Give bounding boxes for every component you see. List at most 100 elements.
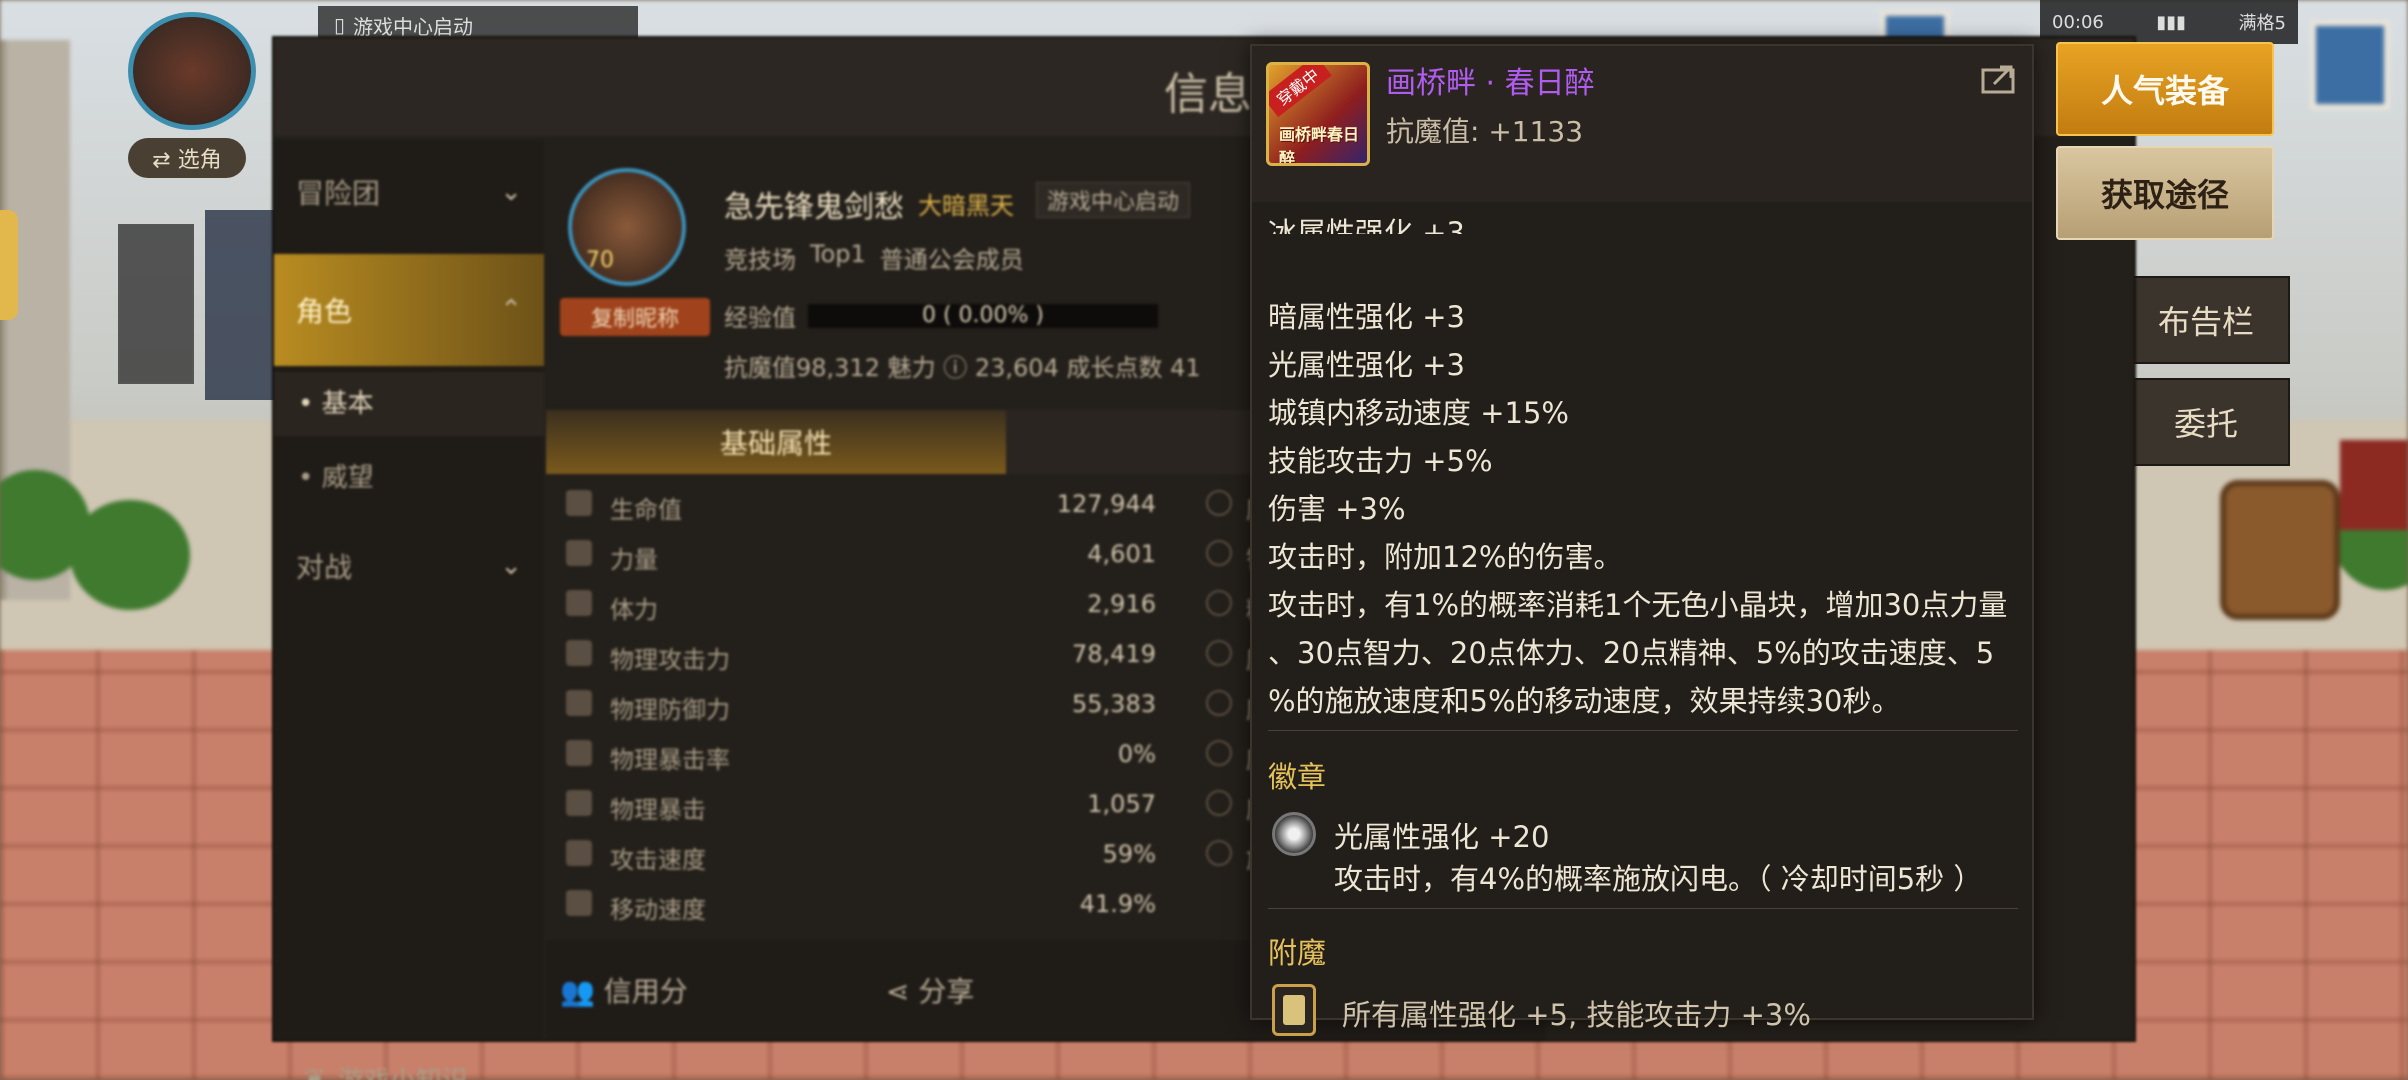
option-line: 、30点智力、20点体力、20点精神、5%的攻击速度、5 bbox=[1268, 636, 1995, 670]
stat-icon bbox=[1206, 590, 1232, 616]
scene-awning bbox=[2340, 440, 2408, 530]
rank-row: 竞技场 Top1 普通公会成员 bbox=[724, 240, 1024, 275]
popular-equipment-button[interactable]: 人气装备 bbox=[2056, 42, 2274, 136]
stat-icon bbox=[1206, 740, 1232, 766]
anti-magic-label: 抗魔值: bbox=[1386, 115, 1480, 148]
switch-character-button[interactable]: ⇄ 选角 bbox=[128, 138, 246, 178]
player-avatar[interactable] bbox=[128, 12, 256, 130]
item-icon-text: 画桥畔春日醉 bbox=[1279, 125, 1360, 166]
people-icon: 👥 bbox=[560, 975, 604, 1008]
stat-value: 78,419 bbox=[1072, 640, 1156, 668]
character-name: 急先锋鬼剑愁 bbox=[724, 190, 904, 225]
sidebar-item-character[interactable]: 角色 ⌃ bbox=[274, 254, 544, 366]
scene-window bbox=[2310, 20, 2390, 110]
stat-icon bbox=[566, 490, 592, 516]
tooltip-header: 穿戴中 画桥畔春日醉 画桥畔 · 春日醉 抗魔值: +1133 bbox=[1252, 46, 2032, 202]
stat-label: 力量 bbox=[610, 546, 658, 574]
stat-summary: 抗魔值98,312 魅力 ⓘ 23,604 成长点数 41 bbox=[724, 354, 1201, 382]
option-line: %的施放速度和5%的移动速度，效果持续30秒。 bbox=[1268, 684, 1901, 718]
stat-icon bbox=[1206, 640, 1232, 666]
tab-basic-attributes[interactable]: 基础属性 bbox=[546, 410, 1006, 474]
option-line: 城镇内移动速度 +15% bbox=[1268, 396, 1569, 430]
stat-value: 127,944 bbox=[1056, 490, 1156, 518]
option-line: 攻击时，有1%的概率消耗1个无色小晶块，增加30点力量 bbox=[1268, 588, 2008, 622]
rank-value: Top1 bbox=[810, 240, 866, 268]
enchant-card-icon bbox=[1272, 984, 1316, 1036]
sidebar-item-label: 角色 bbox=[296, 295, 353, 328]
stat-label: 物理暴击 bbox=[610, 796, 706, 824]
item-name: 画桥畔 · 春日醉 bbox=[1386, 66, 1595, 101]
game-tips-label: 游戏小知识 bbox=[338, 1060, 468, 1080]
exp-row: 经验值 0 ( 0.00% ) bbox=[724, 298, 1158, 333]
credit-score-label: 信用分 bbox=[603, 975, 688, 1008]
credit-score-button[interactable]: 👥 信用分 bbox=[560, 970, 688, 1010]
emblem-icon bbox=[1272, 812, 1316, 856]
stat-icon bbox=[566, 690, 592, 716]
chevron-up-icon: ⌃ bbox=[500, 295, 522, 325]
stat-icon bbox=[566, 540, 592, 566]
item-icon: 穿戴中 画桥畔春日醉 bbox=[1266, 62, 1370, 166]
option-line: 冰属性强化 +3 bbox=[1268, 216, 1465, 234]
sidebar-subitem-prestige[interactable]: • 威望 bbox=[274, 446, 544, 510]
scene-barrel bbox=[2220, 480, 2340, 620]
rank-prefix: 竞技场 bbox=[724, 246, 796, 274]
stat-value: 2,916 bbox=[1087, 590, 1156, 618]
stat-value: 55,383 bbox=[1072, 690, 1156, 718]
stat-icon bbox=[566, 790, 592, 816]
acquisition-path-button[interactable]: 获取途径 bbox=[2056, 146, 2274, 240]
commission-button[interactable]: 委托 bbox=[2122, 378, 2290, 466]
scene-bush bbox=[70, 500, 190, 610]
left-edge-tab[interactable] bbox=[0, 210, 18, 320]
quest-tracker[interactable] bbox=[118, 224, 194, 384]
clock: 00:06 bbox=[2052, 11, 2104, 33]
sidebar-item-battle[interactable]: 对战 ⌄ bbox=[274, 520, 544, 612]
bullet-icon: • bbox=[298, 463, 322, 493]
equipment-tooltip: 穿戴中 画桥畔春日醉 画桥畔 · 春日醉 抗魔值: +1133 冰属性强化 +3… bbox=[1250, 44, 2034, 1036]
stat-icon bbox=[566, 890, 592, 916]
option-line: 攻击时，附加12%的伤害。 bbox=[1268, 540, 1623, 574]
stat-icon bbox=[1206, 840, 1232, 866]
stat-label: 移动速度 bbox=[610, 896, 706, 924]
game-center-tag-label: 游戏中心启动 bbox=[1047, 190, 1180, 215]
sidebar-subitem-basic[interactable]: • 基本 bbox=[274, 372, 544, 436]
equipped-badge: 穿戴中 bbox=[1269, 65, 1332, 118]
stat-value: 0% bbox=[1117, 740, 1156, 768]
sidebar-item-label: 冒险团 bbox=[296, 177, 381, 210]
copy-name-button[interactable]: 复制昵称 bbox=[560, 298, 710, 336]
stat-value: 59% bbox=[1102, 840, 1156, 868]
option-line: 暗属性强化 +3 bbox=[1268, 300, 1465, 334]
battery-label: 满格5 bbox=[2238, 13, 2286, 34]
stat-label: 体力 bbox=[610, 596, 658, 624]
battery-icon: ▮▮▮ bbox=[2156, 11, 2187, 33]
stat-icon bbox=[1206, 690, 1232, 716]
stat-value: 4,601 bbox=[1087, 540, 1156, 568]
option-line: 技能攻击力 +5% bbox=[1268, 444, 1493, 478]
enchant-text: 所有属性强化 +5, 技能攻击力 +3% bbox=[1342, 998, 1811, 1032]
emblem-section-title: 徽章 bbox=[1268, 760, 1327, 794]
guild-role: 普通公会成员 bbox=[879, 246, 1024, 274]
exp-label: 经验值 bbox=[724, 304, 796, 332]
stat-icon bbox=[566, 590, 592, 616]
export-icon[interactable] bbox=[1980, 62, 2018, 96]
game-center-tag: 游戏中心启动 bbox=[1036, 182, 1191, 218]
character-level: 70 bbox=[586, 248, 614, 273]
stat-label: 生命值 bbox=[610, 496, 682, 524]
share-button[interactable]: ⋖ 分享 bbox=[886, 970, 974, 1010]
emblem-name: 光属性强化 +20 bbox=[1334, 820, 1550, 854]
stat-label: 攻击速度 bbox=[610, 846, 706, 874]
notice-board-button[interactable]: 布告栏 bbox=[2122, 276, 2290, 364]
option-line: 光属性强化 +3 bbox=[1268, 348, 1465, 382]
chevron-down-icon: ⌄ bbox=[500, 177, 522, 207]
divider bbox=[1268, 908, 2018, 909]
chevron-down-icon: ⌄ bbox=[500, 551, 522, 581]
share-label: 分享 bbox=[918, 975, 975, 1008]
stat-icon bbox=[1206, 540, 1232, 566]
game-tips-button[interactable]: ❦ 游戏小知识 bbox=[304, 1060, 468, 1080]
character-server: 大暗黑天 bbox=[918, 192, 1014, 220]
stat-value: 1,057 bbox=[1087, 790, 1156, 818]
sidebar-item-adventure-group[interactable]: 冒险团 ⌄ bbox=[274, 140, 544, 244]
stat-icon bbox=[1206, 490, 1232, 516]
enchant-section-title: 附魔 bbox=[1268, 936, 1327, 970]
dialog-sidebar: 冒险团 ⌄ 角色 ⌃ • 基本 • 威望 对战 ⌄ ❦ 游戏小知识 bbox=[274, 140, 544, 1080]
bullet-icon: • bbox=[298, 389, 322, 419]
